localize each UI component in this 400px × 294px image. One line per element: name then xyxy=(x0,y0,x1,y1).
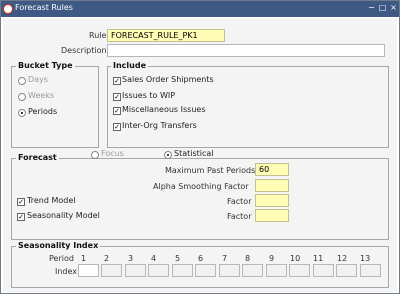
index-cell[interactable] xyxy=(172,264,193,277)
minimize-icon[interactable]: − xyxy=(367,3,376,12)
max-past-periods-field[interactable]: 60 xyxy=(255,163,289,176)
seasonality-factor-label: Factor xyxy=(227,212,252,221)
index-cell[interactable] xyxy=(125,264,146,277)
issues-to-wip-label: Issues to WIP xyxy=(122,91,176,100)
period-number: 7 xyxy=(222,254,228,263)
days-option-label: Days xyxy=(28,75,48,84)
index-cell[interactable] xyxy=(289,264,310,277)
index-cell[interactable] xyxy=(266,264,287,277)
period-number: 12 xyxy=(337,254,348,263)
index-cell[interactable] xyxy=(313,264,334,277)
description-field[interactable] xyxy=(107,44,385,57)
rule-field[interactable]: FORECAST_RULE_PK1 xyxy=(107,29,225,42)
index-cell[interactable] xyxy=(148,264,169,277)
index-cell[interactable] xyxy=(242,264,263,277)
index-cell[interactable] xyxy=(219,264,240,277)
weeks-option-label: Weeks xyxy=(28,91,55,100)
trend-factor-field[interactable] xyxy=(255,194,289,207)
bucket-type-title: Bucket Type xyxy=(16,61,75,70)
inter-org-transfers-checkbox[interactable]: ✓ xyxy=(113,123,121,131)
seasonality-factor-field[interactable] xyxy=(255,209,289,222)
sales-order-shipments-checkbox[interactable]: ✓ xyxy=(113,77,121,85)
miscellaneous-issues-checkbox[interactable]: ✓ xyxy=(113,107,121,115)
period-number: 13 xyxy=(360,254,371,263)
include-title: Include xyxy=(111,61,149,70)
period-number: 4 xyxy=(151,254,157,263)
statistical-label: Statistical xyxy=(174,149,214,158)
index-cell[interactable] xyxy=(336,264,357,277)
weeks-radio[interactable] xyxy=(18,93,26,101)
period-number: 10 xyxy=(290,254,301,263)
seasonality-model-label: Seasonality Model xyxy=(27,211,100,220)
period-number: 2 xyxy=(104,254,110,263)
trend-model-label: Trend Model xyxy=(27,196,76,205)
days-radio[interactable] xyxy=(18,77,26,85)
sales-order-shipments-label: Sales Order Shipments xyxy=(122,75,214,84)
form-panel: Rule FORECAST_RULE_PK1 Description Bucke… xyxy=(3,18,397,292)
index-cell[interactable] xyxy=(78,264,99,277)
seasonality-model-checkbox[interactable]: ✓ xyxy=(17,213,25,221)
index-cell[interactable] xyxy=(360,264,381,277)
miscellaneous-issues-label: Miscellaneous Issues xyxy=(122,105,206,114)
forecast-title: Forecast xyxy=(16,153,59,162)
oracle-app-icon xyxy=(3,4,13,14)
periods-radio[interactable] xyxy=(18,109,26,117)
period-row-label: Period xyxy=(49,254,74,263)
period-number: 9 xyxy=(269,254,275,263)
periods-option-label: Periods xyxy=(28,107,58,116)
period-number: 1 xyxy=(81,254,87,263)
focus-radio[interactable] xyxy=(91,151,99,159)
index-row-label: Index xyxy=(55,267,78,276)
period-number: 8 xyxy=(245,254,251,263)
max-past-periods-label: Maximum Past Periods xyxy=(165,166,256,175)
period-number: 3 xyxy=(128,254,134,263)
rule-label: Rule xyxy=(89,31,107,40)
trend-factor-label: Factor xyxy=(227,197,252,206)
forecast-rules-window: Forecast Rules − □ × Rule FORECAST_RULE_… xyxy=(0,0,400,294)
statistical-radio[interactable] xyxy=(164,151,172,159)
maximize-icon[interactable]: □ xyxy=(378,3,387,12)
alpha-smoothing-label: Alpha Smoothing Factor xyxy=(153,182,249,191)
period-number: 11 xyxy=(313,254,324,263)
window-title: Forecast Rules xyxy=(15,3,73,12)
period-number: 6 xyxy=(198,254,204,263)
inter-org-transfers-label: Inter-Org Transfers xyxy=(122,121,197,130)
alpha-smoothing-field[interactable] xyxy=(255,179,289,192)
trend-model-checkbox[interactable]: ✓ xyxy=(17,198,25,206)
seasonality-index-title: Seasonality Index xyxy=(16,241,101,250)
index-cell[interactable] xyxy=(101,264,122,277)
close-icon[interactable]: × xyxy=(389,3,398,12)
index-cell[interactable] xyxy=(195,264,216,277)
focus-label: Focus xyxy=(101,149,124,158)
issues-to-wip-checkbox[interactable]: ✓ xyxy=(113,93,121,101)
title-bar[interactable]: Forecast Rules − □ × xyxy=(1,1,399,17)
description-label: Description xyxy=(61,46,107,55)
period-number: 5 xyxy=(175,254,181,263)
